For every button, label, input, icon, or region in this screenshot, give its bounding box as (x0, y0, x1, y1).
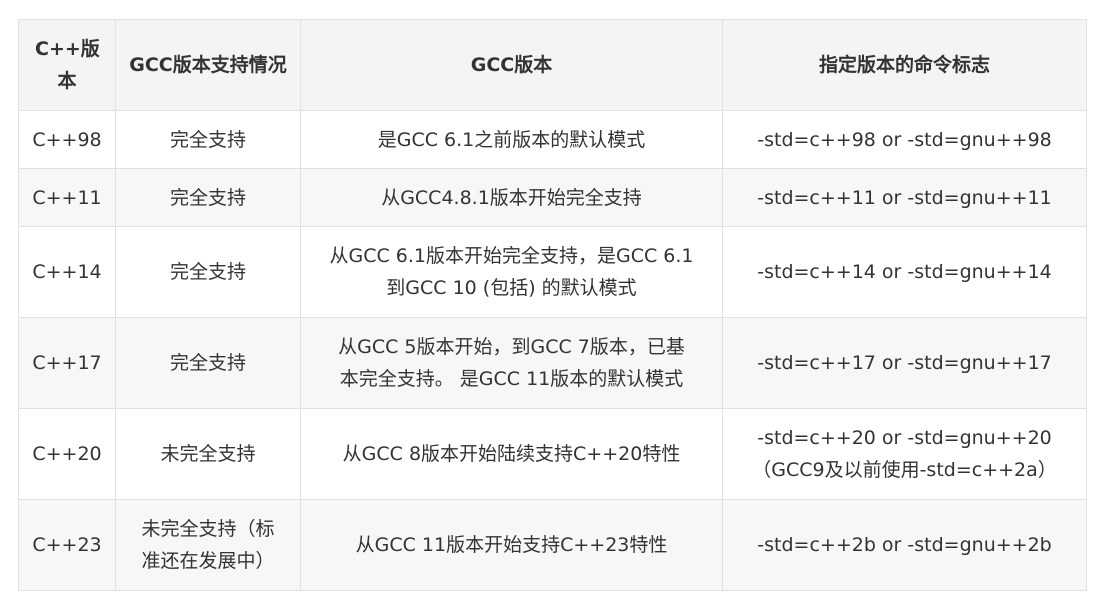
header-gcc-version: GCC版本 (300, 19, 723, 111)
table-row: C++23 未完全支持（标 准还在发展中） 从GCC 11版本开始支持C++23… (18, 499, 1087, 591)
cell-flag: -std=c++14 or -std=gnu++14 (722, 226, 1087, 318)
cpp-gcc-support-table: C++版本 GCC版本支持情况 GCC版本 指定版本的命令标志 C++98 完全… (18, 19, 1087, 591)
cell-version: C++11 (18, 168, 116, 227)
cell-flag: -std=c++20 or -std=gnu++20 （GCC9及以前使用-st… (722, 408, 1087, 500)
header-cpp-version: C++版本 (18, 19, 116, 111)
table-row: C++11 完全支持 从GCC4.8.1版本开始完全支持 -std=c++11 … (18, 168, 1087, 227)
table-row: C++14 完全支持 从GCC 6.1版本开始完全支持，是GCC 6.1 到GC… (18, 226, 1087, 318)
cell-flag-line: （GCC9及以前使用-std=c++2a） (752, 459, 1057, 481)
header-gcc-version-text: GCC版本 (470, 54, 553, 76)
cell-support: 完全支持 (115, 110, 301, 169)
cell-flag: -std=c++98 or -std=gnu++98 (722, 110, 1087, 169)
cell-version: C++20 (18, 408, 116, 500)
cell-flag: -std=c++11 or -std=gnu++11 (722, 168, 1087, 227)
table-row: C++17 完全支持 从GCC 5版本开始，到GCC 7版本，已基 本完全支持。… (18, 317, 1087, 409)
cell-support: 未完全支持 (115, 408, 301, 500)
cell-gcc-line: 本完全支持。 是GCC 11版本的默认模式 (339, 368, 684, 390)
cell-version: C++17 (18, 317, 116, 409)
cell-support: 完全支持 (115, 226, 301, 318)
header-gcc-support: GCC版本支持情况 (115, 19, 301, 111)
cell-version: C++23 (18, 499, 116, 591)
cell-gcc: 从GCC 6.1版本开始完全支持，是GCC 6.1 到GCC 10 (包括) 的… (300, 226, 723, 318)
header-command-flag: 指定版本的命令标志 (722, 19, 1087, 111)
cell-gcc: 从GCC4.8.1版本开始完全支持 (300, 168, 723, 227)
cell-version: C++14 (18, 226, 116, 318)
cell-support: 完全支持 (115, 317, 301, 409)
cell-support: 未完全支持（标 准还在发展中） (115, 499, 301, 591)
cell-gcc-line: 到GCC 10 (包括) 的默认模式 (386, 277, 637, 299)
cell-support: 完全支持 (115, 168, 301, 227)
cell-gcc: 是GCC 6.1之前版本的默认模式 (300, 110, 723, 169)
cell-gcc-line: 从GCC 5版本开始，到GCC 7版本，已基 (338, 336, 685, 358)
cell-gcc: 从GCC 8版本开始陆续支持C++20特性 (300, 408, 723, 500)
cell-support-line: 准还在发展中） (141, 550, 275, 572)
cell-flag: -std=c++17 or -std=gnu++17 (722, 317, 1087, 409)
table-container: C++版本 GCC版本支持情况 GCC版本 指定版本的命令标志 C++98 完全… (18, 19, 1087, 591)
cell-flag: -std=c++2b or -std=gnu++2b (722, 499, 1087, 591)
header-command-flag-text: 指定版本的命令标志 (818, 54, 990, 76)
table-row: C++20 未完全支持 从GCC 8版本开始陆续支持C++20特性 -std=c… (18, 408, 1087, 500)
cell-gcc-line: 从GCC 6.1版本开始完全支持，是GCC 6.1 (329, 245, 694, 267)
cell-gcc: 从GCC 11版本开始支持C++23特性 (300, 499, 723, 591)
table-row: C++98 完全支持 是GCC 6.1之前版本的默认模式 -std=c++98 … (18, 110, 1087, 169)
cell-gcc: 从GCC 5版本开始，到GCC 7版本，已基 本完全支持。 是GCC 11版本的… (300, 317, 723, 409)
cell-flag-line: -std=c++20 or -std=gnu++20 (757, 427, 1052, 449)
cell-support-line: 未完全支持（标 (141, 518, 275, 540)
header-cpp-version-text: C++版本 (35, 38, 100, 92)
table-header-row: C++版本 GCC版本支持情况 GCC版本 指定版本的命令标志 (18, 19, 1087, 111)
header-gcc-support-text: GCC版本支持情况 (129, 54, 287, 76)
cell-version: C++98 (18, 110, 116, 169)
